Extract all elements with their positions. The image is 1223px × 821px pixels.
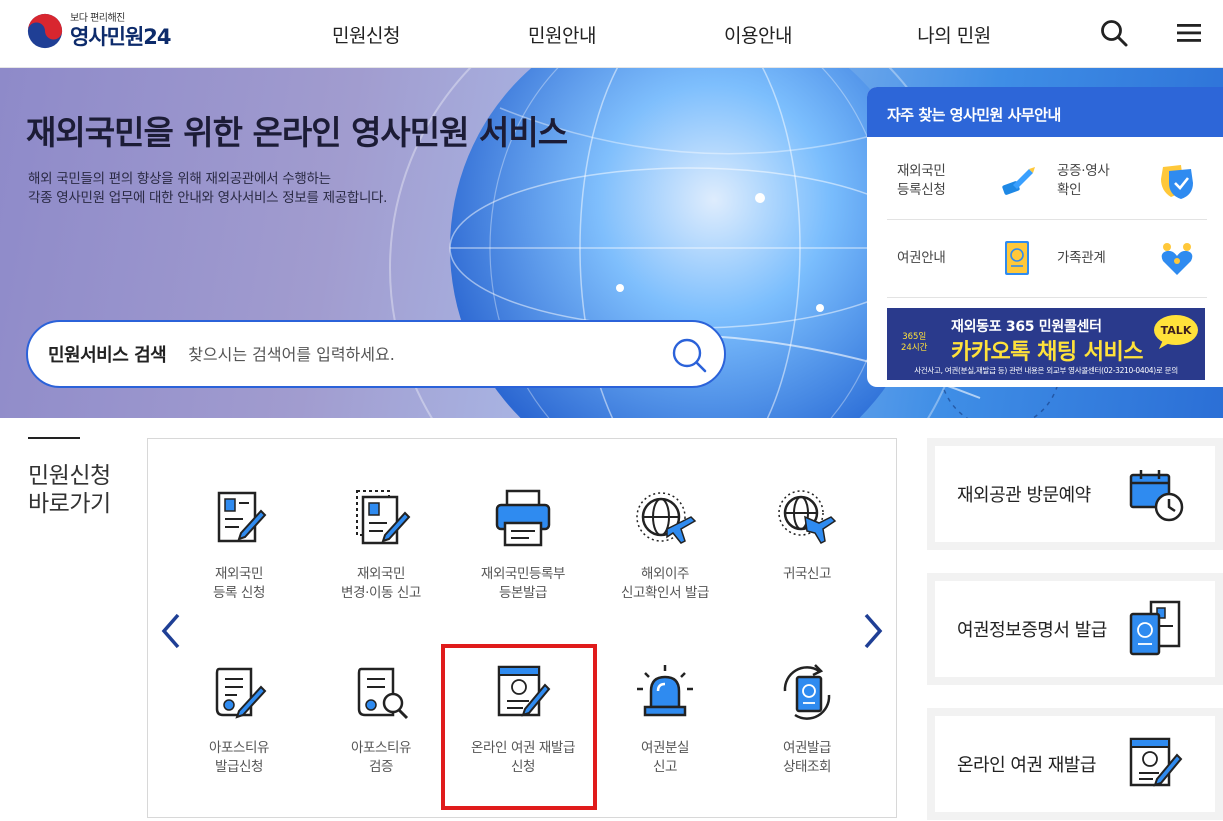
panel-item-label: 재외국민 등록신청 [897,162,946,198]
card-label: 여권정보증명서 발급 [957,620,1107,641]
quick-item-label: 온라인 여권 재발급 신청 [471,740,575,775]
quick-item-apostille-verify[interactable]: 아포스티유 검증 [310,661,452,777]
quick-item-change-report[interactable]: 재외국민 변경·이동 신고 [310,487,452,603]
search-input[interactable] [188,344,629,364]
banner-top-text: 재외동포 365 민원콜센터 [951,319,1102,335]
quick-item-label: 아포스티유 검증 [350,740,412,775]
kakaotalk-chat-banner[interactable]: 365일 24시간 재외동포 365 민원콜센터 카카오톡 채팅 서비스 TAL… [887,308,1205,380]
quick-title-line-2: 바로가기 [28,491,111,517]
siren-icon [637,665,693,717]
hero-desc-line-1: 해외 국민들의 편의 향상을 위해 재외공관에서 수행하는 [28,171,331,187]
site-logo[interactable]: 보다 편리해진 영사민원24 [26,8,196,54]
apostille-verify-icon [357,667,409,720]
quick-section-title: 민원신청 바로가기 [28,462,111,518]
registration-icon [1002,166,1035,195]
quick-title-line-1: 민원신청 [28,463,111,489]
taegeuk-logo-icon [27,13,63,49]
panel-row: 여권안내 가족관계 [887,220,1207,298]
logo-tagline: 보다 편리해진 [70,13,125,24]
panel-item-passport[interactable]: 여권안내 [887,239,1047,279]
panel-item-family[interactable]: 가족관계 [1047,239,1207,279]
card-passport-certificate[interactable]: 여권정보증명서 발급 [927,573,1223,685]
banner-badge-line-1: 365일 [902,332,927,342]
card-online-passport[interactable]: 온라인 여권 재발급 [927,708,1223,820]
talk-text: TALK [1161,324,1192,337]
quick-item-label: 재외국민 등록 신청 [213,566,265,601]
site-header: 보다 편리해진 영사민원24 민원신청 민원안내 이용안내 나의 민원 [0,0,1223,68]
card-inner: 재외공관 방문예약 [935,446,1215,542]
logo-text: 보다 편리해진 영사민원24 [70,13,172,49]
quick-item-return[interactable]: 귀국신고 [736,487,878,584]
panel-item-notary[interactable]: 공증·영사 확인 [1047,161,1207,201]
card-inner: 여권정보증명서 발급 [935,581,1215,677]
logo-name: 영사민원24 [70,25,172,49]
return-plane-icon [778,490,837,544]
service-search-box: 민원서비스 검색 [26,320,726,388]
quick-services-carousel: 재외국민 등록 신청 재외국민 변경·이동 신고 재외국민등록부 등본발급 해외… [147,438,897,818]
panel-grid: 재외국민 등록신청 공증·영사 확인 여권안내 가족관계 [887,142,1207,298]
panel-item-label: 여권안내 [897,250,946,266]
panel-item-label: 공증·영사 확인 [1057,162,1110,198]
quick-item-label: 재외국민 변경·이동 신고 [341,566,421,601]
panel-title: 자주 찾는 영사민원 사무안내 [867,87,1223,137]
nav-item-apply[interactable]: 민원신청 [268,21,464,48]
quick-item-label: 여권분실 신고 [640,740,690,775]
hero-title: 재외국민을 위한 온라인 영사민원 서비스 [26,113,568,152]
carousel-prev-icon[interactable] [158,611,184,651]
kakaotalk-bubble-icon: TALK [1154,315,1198,349]
quick-item-label: 재외국민등록부 등본발급 [480,566,566,601]
online-passport-icon [497,665,551,717]
quick-item-passport-status[interactable]: 여권발급 상태조회 [736,661,878,777]
banner-badge: 365일 24시간 [901,332,927,354]
quick-item-label: 여권발급 상태조회 [782,740,832,775]
quick-item-label: 아포스티유 발급신청 [208,740,270,775]
search-submit-icon[interactable] [670,336,708,374]
hero-desc-line-2: 각종 영사민원 업무에 대한 안내와 영사서비스 정보를 제공합니다. [28,190,388,206]
online-passport-card-icon [1129,737,1183,787]
main-nav: 민원신청 민원안내 이용안내 나의 민원 [268,0,1052,68]
passport-certificate-icon [1129,600,1181,656]
quick-item-label: 해외이주 신고확인서 발급 [620,566,710,601]
shield-check-icon [1161,164,1193,199]
passport-icon [1005,240,1029,275]
hero-description: 해외 국민들의 편의 향상을 위해 재외공관에서 수행하는 각종 영사민원 업무… [28,170,387,208]
globe-plane-icon [636,492,697,544]
quick-item-online-passport[interactable]: 온라인 여권 재발급 신청 [452,661,594,777]
registration-form-icon [217,491,267,543]
passport-status-icon [783,664,831,720]
quick-item-certificate[interactable]: 재외국민등록부 등본발급 [452,487,594,603]
card-label: 재외공관 방문예약 [957,485,1091,506]
nav-item-my[interactable]: 나의 민원 [856,21,1052,48]
family-heart-icon [1161,242,1193,275]
hamburger-menu-icon[interactable] [1174,18,1204,48]
change-report-icon [356,490,411,545]
quick-item-emigration[interactable]: 해외이주 신고확인서 발급 [594,487,736,603]
quick-item-passport-loss[interactable]: 여권분실 신고 [594,661,736,777]
carousel-next-icon[interactable] [860,611,886,651]
card-label: 온라인 여권 재발급 [957,755,1096,776]
printer-icon [495,489,551,547]
banner-badge-line-2: 24시간 [901,343,928,353]
frequent-services-panel: 자주 찾는 영사민원 사무안내 재외국민 등록신청 공증·영사 확인 여권안내 … [867,87,1223,387]
nav-item-guide[interactable]: 민원안내 [464,21,660,48]
card-visit-reservation[interactable]: 재외공관 방문예약 [927,438,1223,550]
section-rule [28,437,80,439]
banner-main-text: 카카오톡 채팅 서비스 [951,340,1143,365]
quick-item-registration[interactable]: 재외국민 등록 신청 [168,487,310,603]
panel-item-registration[interactable]: 재외국민 등록신청 [887,161,1047,201]
quick-item-apostille[interactable]: 아포스티유 발급신청 [168,661,310,777]
apostille-scroll-icon [215,667,267,719]
panel-row: 재외국민 등록신청 공증·영사 확인 [887,142,1207,220]
search-icon[interactable] [1099,18,1129,48]
quick-item-label: 귀국신고 [782,566,832,582]
panel-item-label: 가족관계 [1057,250,1106,266]
calendar-clock-icon [1129,470,1184,522]
card-inner: 온라인 여권 재발급 [935,716,1215,812]
search-label: 민원서비스 검색 [48,345,167,366]
banner-sub-text: 사건사고, 여권(분실,재발급 등) 관련 내용은 외교부 영사콜센터(02-3… [914,366,1178,375]
nav-item-usage[interactable]: 이용안내 [660,21,856,48]
